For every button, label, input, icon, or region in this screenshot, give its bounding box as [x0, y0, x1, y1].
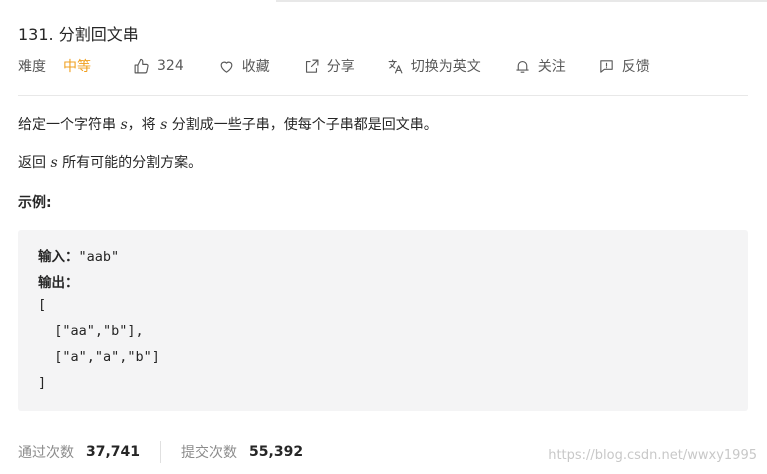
- accepted-count: 37,741: [86, 444, 141, 460]
- watermark: https://blog.csdn.net/wwxy1995: [548, 448, 757, 463]
- example-code-block: 输入："aab" 输出： [ ["aa","b"], ["a","a","b"]…: [18, 230, 748, 411]
- favorite-button[interactable]: 收藏: [218, 56, 270, 76]
- follow-label: 关注: [537, 59, 566, 75]
- example-heading: 示例:: [18, 195, 52, 211]
- description-paragraph-1: 给定一个字符串 s，将 s 分割成一些子串，使每个子串都是回文串。: [18, 114, 438, 134]
- share-button[interactable]: 分享: [303, 56, 355, 76]
- description-text: 分割成一些子串，使每个子串都是回文串。: [167, 117, 438, 133]
- description-text: 给定一个字符串: [18, 117, 121, 133]
- share-label: 分享: [326, 59, 355, 75]
- heart-icon: [220, 61, 233, 73]
- input-value: "aab": [78, 249, 120, 265]
- accepted-label: 通过次数: [18, 445, 74, 461]
- submissions-label: 提交次数: [181, 445, 238, 461]
- variable-s: s: [50, 155, 58, 171]
- translate-icon: [388, 59, 403, 73]
- thumbs-up-icon: [134, 58, 149, 73]
- description-text: ，将: [127, 117, 161, 133]
- bell-icon: [516, 60, 529, 73]
- output-line: [: [38, 297, 47, 313]
- submission-stats: 通过次数 37,741 提交次数 55,392: [18, 441, 303, 463]
- output-line: ]: [38, 375, 47, 391]
- like-count: 324: [157, 58, 184, 74]
- output-label: 输出：: [38, 275, 79, 291]
- difficulty-label: 难度: [18, 59, 46, 75]
- stats-divider: [160, 441, 162, 463]
- example-output-line: 输出：: [38, 271, 79, 291]
- feedback-icon: [600, 59, 613, 73]
- variable-s: s: [120, 117, 128, 133]
- switch-language-button[interactable]: 切换为英文: [387, 56, 481, 76]
- output-line: ["a","a","b"]: [38, 349, 160, 365]
- submissions-count: 55,392: [249, 444, 304, 460]
- difficulty-badge: 中等: [63, 59, 91, 75]
- output-line: ["aa","b"],: [38, 323, 144, 339]
- description-paragraph-2: 返回 s 所有可能的分割方案。: [18, 152, 202, 172]
- problem-meta-bar: 难度 中等 324 收藏 分享 切换为英文 关注 反馈: [18, 55, 650, 77]
- like-button[interactable]: 324: [133, 58, 184, 75]
- top-divider: [276, 0, 767, 2]
- feedback-label: 反馈: [621, 59, 650, 75]
- favorite-label: 收藏: [241, 59, 270, 75]
- example-input-line: 输入："aab": [38, 245, 119, 265]
- feedback-button[interactable]: 反馈: [598, 56, 650, 76]
- follow-button[interactable]: 关注: [514, 56, 566, 76]
- input-label: 输入：: [38, 249, 79, 265]
- header-divider: [18, 95, 748, 96]
- description-text: 所有可能的分割方案。: [57, 155, 203, 171]
- description-text: 返回: [18, 155, 51, 171]
- problem-title: 131. 分割回文串: [18, 25, 139, 44]
- share-icon: [305, 59, 319, 73]
- switch-language-label: 切换为英文: [410, 59, 481, 75]
